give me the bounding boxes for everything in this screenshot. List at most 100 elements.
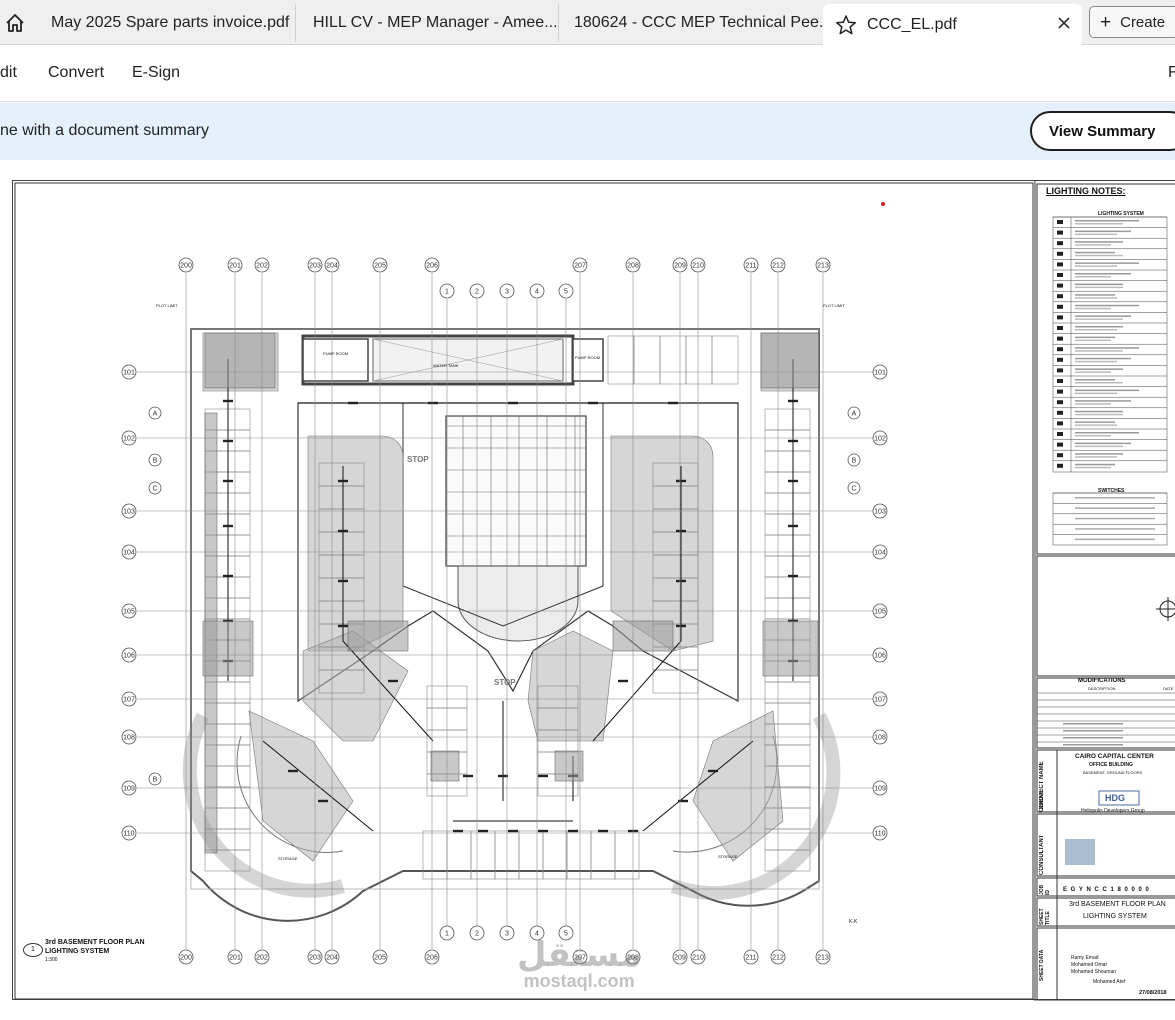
client-logo: HDG <box>1105 793 1125 803</box>
svg-text:209: 209 <box>674 955 686 962</box>
sheet-title-2: LIGHTING SYSTEM <box>1083 913 1147 920</box>
svg-text:5: 5 <box>564 289 568 296</box>
svg-text:200: 200 <box>180 955 192 962</box>
svg-text:A: A <box>153 411 158 418</box>
menu-esign[interactable]: E-Sign <box>132 64 180 82</box>
menu-edit[interactable]: dit <box>0 64 17 82</box>
drawn-by-1: Mohamed Omar <box>1071 962 1108 968</box>
svg-text:204: 204 <box>326 955 338 962</box>
svg-text:3: 3 <box>505 289 509 296</box>
svg-text:C: C <box>152 486 157 493</box>
svg-text:211: 211 <box>745 263 756 270</box>
svg-text:213: 213 <box>817 263 829 270</box>
mod-description-header: DESCRIPTION <box>1088 686 1116 691</box>
home-button[interactable] <box>0 4 30 42</box>
tab-mep-technical[interactable]: 180624 - CCC MEP Technical Pee... <box>560 4 822 42</box>
plan-number: 1 <box>23 943 43 957</box>
svg-text:201: 201 <box>229 955 241 962</box>
svg-text:209: 209 <box>674 263 686 270</box>
svg-text:105: 105 <box>874 609 886 616</box>
tab-label: HILL CV - MEP Manager - Amee... <box>313 14 558 31</box>
svg-text:101: 101 <box>123 370 135 377</box>
drawn-by-2: Mohamed Shouman <box>1071 969 1117 975</box>
svg-text:4: 4 <box>535 289 539 296</box>
svg-text:101: 101 <box>874 370 886 377</box>
project-sub2: BASEMENT, GROUND FLOORS <box>1083 770 1143 775</box>
svg-text:2: 2 <box>475 289 479 296</box>
svg-text:102: 102 <box>123 436 135 443</box>
svg-text:211: 211 <box>745 955 756 962</box>
banner-message: ne with a document summary <box>0 122 209 139</box>
svg-text:205: 205 <box>374 955 386 962</box>
home-icon <box>6 14 24 32</box>
section-kk-label: K-K <box>849 919 858 925</box>
summary-banner: ne with a document summary View Summary <box>0 103 1175 160</box>
plan-title: 3rd BASEMENT FLOOR PLAN <box>45 939 145 946</box>
tab-hill-cv[interactable]: HILL CV - MEP Manager - Amee... <box>297 4 559 42</box>
svg-text:206: 206 <box>426 263 438 270</box>
client-name: Heliopolis Developers Group <box>1081 808 1145 814</box>
tab-label: 180624 - CCC MEP Technical Pee... <box>574 14 822 31</box>
legend-title: LIGHTING SYSTEM <box>1098 211 1144 217</box>
drawing-sheet[interactable]: 200 200 201 201 202 202 203 203 204 204 205 205 206 2… <box>12 180 1175 1001</box>
job-id-label: JOB ID <box>1039 884 1051 895</box>
plot-date: 27/08/2018 <box>1139 990 1167 996</box>
project-sub: OFFICE BUILDING <box>1089 762 1133 768</box>
switches-title: SWITCHES <box>1098 488 1125 494</box>
plus-icon: + <box>1100 11 1112 33</box>
svg-text:1: 1 <box>445 931 449 938</box>
svg-text:C: C <box>851 486 856 493</box>
sheet-title-label: SHEET TITLE <box>1039 908 1051 925</box>
svg-text:106: 106 <box>874 653 886 660</box>
storage-label: STORAGE <box>278 856 298 861</box>
menu-convert[interactable]: Convert <box>48 64 104 82</box>
tab-spare-parts-invoice[interactable]: May 2025 Spare parts invoice.pdf <box>32 4 296 42</box>
svg-text:107: 107 <box>123 697 135 704</box>
consultant-label: CONSULTANT <box>1039 834 1045 875</box>
floor-plan-drawing: 200 200 201 201 202 202 203 203 204 204 205 205 206 2… <box>14 181 1175 1001</box>
watermark-arabic: مستقل <box>517 935 642 975</box>
svg-text:102: 102 <box>874 436 886 443</box>
project-name: CAIRO CAPITAL CENTER <box>1075 753 1154 760</box>
svg-text:206: 206 <box>426 955 438 962</box>
menu-truncated[interactable]: F <box>1168 64 1175 82</box>
svg-text:110: 110 <box>874 831 885 838</box>
svg-text:109: 109 <box>874 786 886 793</box>
svg-text:108: 108 <box>123 735 135 742</box>
lighting-notes-title: LIGHTING NOTES: <box>1046 186 1126 196</box>
plot-limit-label-2: PLOT LIMIT <box>823 303 845 308</box>
svg-text:212: 212 <box>772 955 784 962</box>
sheet-title-1: 3rd BASEMENT FLOOR PLAN <box>1069 901 1166 908</box>
star-icon[interactable] <box>835 14 857 36</box>
svg-text:B: B <box>852 458 857 465</box>
tab-ccc-el[interactable]: CCC_EL.pdf <box>823 4 1082 46</box>
svg-text:202: 202 <box>256 263 268 270</box>
watermark-latin: mostaql.com <box>523 971 635 991</box>
create-button[interactable]: + Create <box>1089 6 1175 38</box>
tab-close-button[interactable] <box>1056 15 1072 31</box>
view-summary-button[interactable]: View Summary <box>1030 111 1175 151</box>
svg-text:103: 103 <box>874 509 886 516</box>
svg-text:105: 105 <box>123 609 135 616</box>
checked-by: Mohamed Atef <box>1093 979 1126 985</box>
tab-label: CCC_EL.pdf <box>867 16 957 33</box>
svg-text:201: 201 <box>229 263 241 270</box>
client-label: CLIENT <box>1039 790 1045 812</box>
designed-by: Ramy Emad <box>1071 955 1099 961</box>
svg-text:1: 1 <box>445 289 449 296</box>
svg-text:203: 203 <box>309 955 321 962</box>
stop-label-2: STOP <box>494 678 516 687</box>
document-viewer[interactable]: 200 200 201 201 202 202 203 203 204 204 205 205 206 2… <box>0 160 1175 1020</box>
tab-label: May 2025 Spare parts invoice.pdf <box>51 14 290 31</box>
mostaql-watermark: مستقل mostaql.com <box>517 935 641 992</box>
svg-text:110: 110 <box>123 831 134 838</box>
svg-text:205: 205 <box>374 263 386 270</box>
sheet-data-label: SHEET DATA <box>1039 949 1045 981</box>
job-code: E G Y N C C 1 8 0 0 0 0 <box>1063 887 1150 893</box>
plan-subtitle: LIGHTING SYSTEM <box>45 948 110 955</box>
water-tank-label: WATER TANK <box>433 363 459 368</box>
pump-room-label-2: PUMP ROOM <box>575 355 601 360</box>
svg-text:103: 103 <box>123 509 135 516</box>
modifications-title: MODIFICATIONS <box>1078 678 1126 684</box>
pump-room-label: PUMP ROOM <box>323 351 349 356</box>
